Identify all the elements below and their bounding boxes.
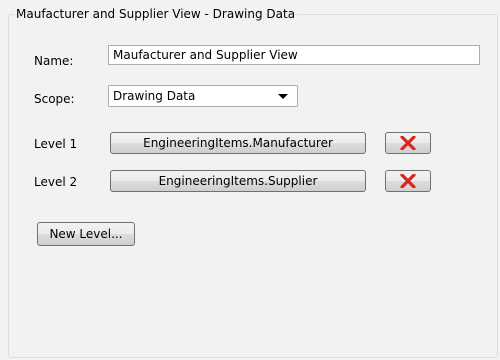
delete-x-icon [400,174,416,188]
scope-dropdown[interactable]: Drawing Data [108,85,298,107]
delete-level-2-button[interactable] [385,170,431,192]
name-input[interactable]: Maufacturer and Supplier View [108,45,480,65]
level-2-label: Level 2 [34,175,78,189]
delete-level-1-button[interactable] [385,132,431,154]
scope-selected-value: Drawing Data [113,89,196,103]
level-1-label: Level 1 [34,137,78,151]
scope-label: Scope: [34,92,75,106]
level-2-button[interactable]: EngineeringItems.Supplier [110,170,366,192]
name-label: Name: [34,54,74,68]
level-1-button[interactable]: EngineeringItems.Manufacturer [110,132,366,154]
delete-x-icon [400,136,416,150]
new-level-button[interactable]: New Level... [37,222,135,246]
chevron-down-icon [278,94,288,99]
groupbox-title: Maufacturer and Supplier View - Drawing … [14,6,298,22]
